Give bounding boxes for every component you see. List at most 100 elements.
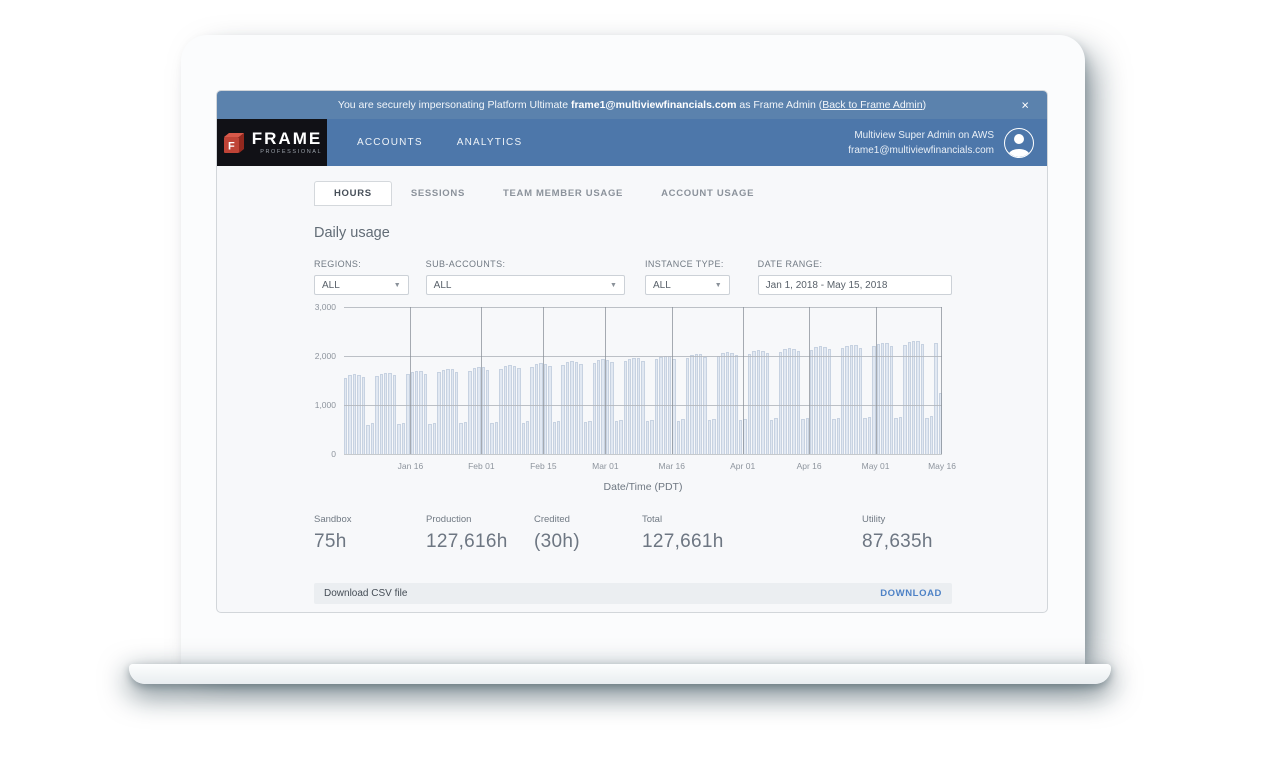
download-button[interactable]: DOWNLOAD xyxy=(880,588,942,599)
usage-bar xyxy=(601,359,604,454)
banner-text-end: ) xyxy=(923,99,927,111)
usage-bar xyxy=(761,351,764,454)
usage-bar xyxy=(499,369,502,454)
y-gridline xyxy=(344,405,942,406)
chevron-down-icon: ▼ xyxy=(715,282,722,289)
stat-total: Total 127,661h xyxy=(642,514,862,553)
nav-analytics[interactable]: ANALYTICS xyxy=(457,137,523,148)
usage-bar xyxy=(442,370,445,454)
usage-bar xyxy=(371,423,374,454)
usage-bar xyxy=(530,367,533,454)
usage-bar xyxy=(535,364,538,454)
y-gridline xyxy=(344,307,942,308)
frame-logo[interactable]: F FRAME PROFESSIONAL xyxy=(217,119,327,166)
usage-bar xyxy=(468,371,471,454)
usage-bar xyxy=(823,347,826,454)
usage-bar xyxy=(646,421,649,454)
usage-bar xyxy=(464,422,467,454)
banner-email: frame1@multiviewfinancials.com xyxy=(571,99,736,111)
usage-bar xyxy=(637,358,640,454)
usage-bar xyxy=(650,420,653,454)
app-header: F FRAME PROFESSIONAL ACCOUNTS ANALYTICS … xyxy=(217,119,1047,166)
usage-bar xyxy=(428,424,431,454)
user-role: Multiview Super Admin on AWS xyxy=(848,128,994,143)
usage-bar xyxy=(433,423,436,454)
regions-label: REGIONS: xyxy=(314,259,409,269)
close-icon[interactable]: × xyxy=(1021,99,1029,112)
usage-bar xyxy=(721,353,724,454)
tab-team-member-usage[interactable]: TEAM MEMBER USAGE xyxy=(484,181,642,206)
content: HOURS SESSIONS TEAM MEMBER USAGE ACCOUNT… xyxy=(217,166,1047,604)
stats-row: Sandbox 75h Production 127,616h Credited… xyxy=(314,514,952,553)
user-avatar-icon[interactable] xyxy=(1004,128,1034,158)
usage-bar xyxy=(801,419,804,454)
usage-bar xyxy=(726,352,729,454)
usage-bar xyxy=(672,359,675,454)
header-user: Multiview Super Admin on AWS frame1@mult… xyxy=(848,119,1047,166)
y-tick-label: 1,000 xyxy=(315,400,336,410)
usage-bar xyxy=(477,367,480,454)
x-gridline xyxy=(743,307,744,454)
tab-bar: HOURS SESSIONS TEAM MEMBER USAGE ACCOUNT… xyxy=(314,181,952,206)
usage-bar xyxy=(508,365,511,454)
x-tick-label: Apr 01 xyxy=(730,461,755,471)
chart-bars xyxy=(344,307,942,454)
usage-bar xyxy=(539,363,542,454)
usage-bar xyxy=(859,348,862,454)
x-tick-label: Feb 15 xyxy=(530,461,556,471)
usage-bar xyxy=(628,359,631,454)
impersonation-banner: You are securely impersonating Platform … xyxy=(217,91,1047,119)
date-range-label: DATE RANGE: xyxy=(758,259,952,269)
usage-bar xyxy=(615,421,618,454)
x-tick-label: Feb 01 xyxy=(468,461,494,471)
usage-bar xyxy=(548,366,551,454)
x-gridline xyxy=(543,307,544,454)
banner-text: You are securely impersonating Platform … xyxy=(338,99,571,111)
usage-bar xyxy=(526,421,529,454)
usage-bar xyxy=(557,421,560,454)
x-gridline xyxy=(672,307,673,454)
x-gridline xyxy=(605,307,606,454)
filters-row: REGIONS: ALL ▼ SUB-ACCOUNTS: ALL ▼ INSTA… xyxy=(314,259,952,295)
tab-sessions[interactable]: SESSIONS xyxy=(392,181,484,206)
date-range-input[interactable]: Jan 1, 2018 - May 15, 2018 xyxy=(758,275,952,295)
logo-subtitle: PROFESSIONAL xyxy=(252,149,322,155)
usage-bar xyxy=(885,343,888,454)
svg-text:F: F xyxy=(228,140,235,152)
y-tick-label: 2,000 xyxy=(315,351,336,361)
usage-bar xyxy=(779,352,782,454)
instance-type-select[interactable]: ALL ▼ xyxy=(645,275,730,295)
frame-cube-icon: F xyxy=(222,130,246,156)
x-gridline xyxy=(876,307,877,454)
main-nav: ACCOUNTS ANALYTICS xyxy=(357,119,522,166)
regions-select[interactable]: ALL ▼ xyxy=(314,275,409,295)
user-email: frame1@multiviewfinancials.com xyxy=(848,143,994,158)
usage-bar xyxy=(522,423,525,454)
usage-bar xyxy=(495,422,498,454)
y-tick-label: 0 xyxy=(331,449,336,459)
usage-bar xyxy=(393,375,396,454)
usage-bar xyxy=(561,365,564,454)
usage-bar xyxy=(832,419,835,454)
usage-bar xyxy=(766,353,769,454)
usage-bar xyxy=(850,345,853,454)
tab-hours[interactable]: HOURS xyxy=(314,181,392,206)
stat-utility: Utility 87,635h xyxy=(862,514,933,553)
usage-bar xyxy=(597,360,600,454)
x-tick-label: Mar 16 xyxy=(659,461,685,471)
download-csv-bar: Download CSV file DOWNLOAD xyxy=(314,583,952,604)
nav-accounts[interactable]: ACCOUNTS xyxy=(357,137,423,148)
download-csv-label: Download CSV file xyxy=(324,588,407,599)
usage-bar xyxy=(459,423,462,454)
back-to-frame-admin-link[interactable]: Back to Frame Admin xyxy=(822,99,922,111)
usage-bar xyxy=(677,421,680,454)
usage-bar xyxy=(930,416,933,454)
laptop-screen: You are securely impersonating Platform … xyxy=(181,35,1085,666)
usage-bar xyxy=(575,362,578,454)
usage-bar xyxy=(908,342,911,454)
usage-bar xyxy=(819,346,822,454)
usage-bar xyxy=(388,373,391,454)
usage-bar xyxy=(783,349,786,454)
sub-accounts-select[interactable]: ALL ▼ xyxy=(426,275,625,295)
tab-account-usage[interactable]: ACCOUNT USAGE xyxy=(642,181,773,206)
